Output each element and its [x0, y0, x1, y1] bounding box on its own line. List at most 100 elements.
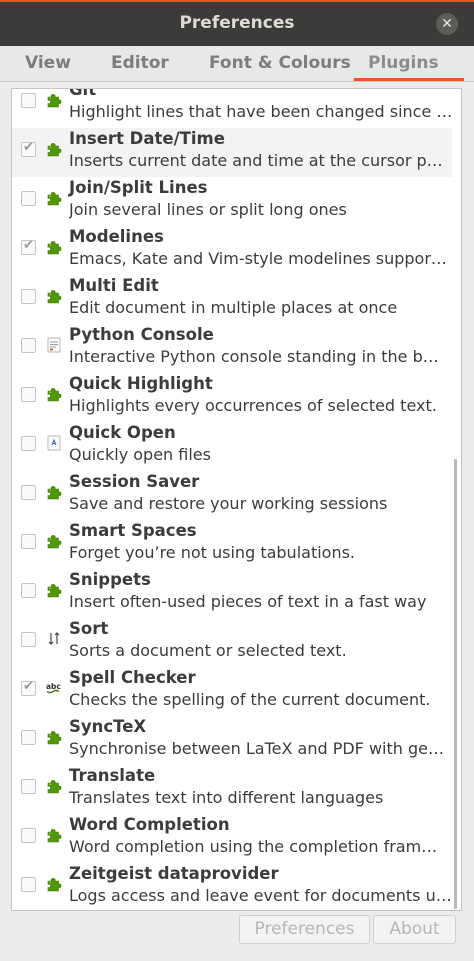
tab-editor[interactable]: Editor — [111, 53, 169, 73]
scrollbar-thumb[interactable] — [454, 459, 457, 909]
plugin-enable-checkbox[interactable] — [21, 191, 36, 206]
plugin-row[interactable]: Quick Highlight Highlights every occurren… — [12, 373, 452, 422]
preferences-window: Preferences ✕ View Editor Font & Colours… — [0, 0, 474, 961]
puzzle-icon — [45, 875, 63, 893]
sort-icon — [45, 630, 63, 648]
checkmark-icon: ✔ — [23, 679, 34, 694]
tab-plugins[interactable]: Plugins — [368, 53, 439, 73]
plugin-name: Python Console — [69, 325, 214, 344]
document-icon — [45, 434, 63, 452]
console-icon — [45, 336, 63, 354]
puzzle-icon — [45, 483, 63, 501]
plugin-enable-checkbox[interactable] — [21, 828, 36, 843]
plugin-row[interactable]: Translate Translates text into different … — [12, 765, 452, 814]
plugin-description: Translates text into different languages — [69, 788, 384, 807]
plugin-name: Session Saver — [69, 472, 200, 491]
plugin-description: Sorts a document or selected text. — [69, 641, 347, 660]
plugin-row[interactable]: Session Saver Save and restore your worki… — [12, 471, 452, 520]
plugin-name: Join/Split Lines — [69, 178, 208, 197]
plugin-enable-checkbox[interactable] — [21, 632, 36, 647]
tab-view[interactable]: View — [25, 53, 71, 73]
plugin-enable-checkbox[interactable] — [21, 93, 36, 108]
title-bar[interactable]: Preferences ✕ — [0, 0, 474, 46]
plugin-enable-checkbox[interactable]: ✔ — [21, 140, 36, 157]
checkmark-icon: ✔ — [23, 140, 34, 155]
plugin-description: Inserts current date and time at the cur… — [69, 151, 443, 170]
plugin-enable-checkbox[interactable] — [21, 289, 36, 304]
plugin-description: Quickly open files — [69, 445, 211, 464]
plugin-name: Word Completion — [69, 815, 230, 834]
plugin-description: Highlight lines that have been changed s… — [69, 102, 453, 121]
close-icon: ✕ — [441, 16, 453, 32]
plugin-enable-checkbox[interactable] — [21, 534, 36, 549]
plugin-preferences-button[interactable]: Preferences — [239, 915, 370, 944]
active-tab-indicator — [354, 78, 464, 81]
plugin-enable-checkbox[interactable] — [21, 436, 36, 451]
plugin-enable-checkbox[interactable] — [21, 730, 36, 745]
plugin-row[interactable]: Smart Spaces Forget you’re not using tabu… — [12, 520, 452, 569]
plugin-name: Quick Open — [69, 423, 176, 442]
plugin-description: Forget you’re not using tabulations. — [69, 543, 356, 562]
plugin-enable-checkbox[interactable] — [21, 583, 36, 598]
puzzle-icon — [45, 91, 63, 109]
plugin-name: Modelines — [69, 227, 164, 246]
svg-text:abc: abc — [46, 682, 61, 691]
plugin-description: Edit document in multiple places at once — [69, 298, 398, 317]
plugin-description: Save and restore your working sessions — [69, 494, 388, 513]
checkmark-icon: ✔ — [23, 238, 34, 253]
plugin-description: Interactive Python console standing in t… — [69, 347, 439, 366]
plugin-enable-checkbox[interactable] — [21, 338, 36, 353]
plugin-name: Multi Edit — [69, 276, 159, 295]
plugin-row[interactable]: Multi Edit Edit document in multiple plac… — [12, 275, 452, 324]
plugin-name: Quick Highlight — [69, 374, 213, 393]
puzzle-icon — [45, 189, 63, 207]
plugin-row[interactable]: Git Highlight lines that have been change… — [12, 89, 453, 128]
scrollbar[interactable] — [453, 89, 459, 910]
plugin-row[interactable]: Join/Split Lines Join several lines or sp… — [12, 177, 452, 226]
plugin-row[interactable]: Word Completion Word completion using the… — [12, 814, 452, 863]
plugin-row[interactable]: Python Console Interactive Python console… — [12, 324, 452, 373]
plugin-name: Zeitgeist dataprovider — [69, 864, 279, 883]
plugin-enable-checkbox[interactable]: ✔ — [21, 679, 36, 696]
puzzle-icon — [45, 728, 63, 746]
plugin-enable-checkbox[interactable]: ✔ — [21, 238, 36, 255]
plugin-description: Join several lines or split long ones — [69, 200, 347, 219]
puzzle-icon — [45, 581, 63, 599]
plugin-description: Emacs, Kate and Vim-style modelines supp… — [69, 249, 447, 268]
close-button[interactable]: ✕ — [436, 13, 458, 35]
plugin-name: Snippets — [69, 570, 151, 589]
plugin-row[interactable]: Quick Open Quickly open files — [12, 422, 452, 471]
plugin-name: Spell Checker — [69, 668, 196, 687]
plugin-row[interactable]: Snippets Insert often-used pieces of text… — [12, 569, 452, 618]
puzzle-icon — [45, 140, 63, 158]
puzzle-icon — [45, 777, 63, 795]
puzzle-icon — [45, 385, 63, 403]
plugin-row[interactable]: SyncTeX Synchronise between LaTeX and PDF… — [12, 716, 452, 765]
plugin-name: Translate — [69, 766, 156, 785]
plugin-description: Synchronise between LaTeX and PDF with g… — [69, 739, 444, 758]
plugin-name: SyncTeX — [69, 717, 147, 736]
tab-font-colours[interactable]: Font & Colours — [209, 53, 351, 73]
plugin-name: Insert Date/Time — [69, 129, 225, 148]
plugin-row[interactable]: ✔ Insert Date/Time Inserts current date an… — [12, 128, 452, 177]
plugin-row[interactable]: Sort Sorts a document or selected text. — [12, 618, 452, 667]
plugin-row[interactable]: ✔ Modelines Emacs, Kate and Vim-style mode… — [12, 226, 452, 275]
plugin-description: Logs access and leave event for document… — [69, 886, 452, 905]
plugin-row[interactable]: ✔ abc Spell Checker Checks the spelling of … — [12, 667, 452, 716]
plugin-list[interactable]: Git Highlight lines that have been change… — [11, 88, 462, 911]
spellcheck-icon: abc — [45, 679, 63, 697]
plugin-about-button[interactable]: About — [373, 915, 456, 944]
puzzle-icon — [45, 238, 63, 256]
puzzle-icon — [45, 826, 63, 844]
plugin-description: Word completion using the completion fra… — [69, 837, 438, 856]
plugin-enable-checkbox[interactable] — [21, 485, 36, 500]
plugin-description: Insert often-used pieces of text in a fa… — [69, 592, 427, 611]
plugin-enable-checkbox[interactable] — [21, 779, 36, 794]
plugin-enable-checkbox[interactable] — [21, 877, 36, 892]
tab-bar: View Editor Font & Colours Plugins — [0, 46, 474, 82]
puzzle-icon — [45, 287, 63, 305]
plugin-enable-checkbox[interactable] — [21, 387, 36, 402]
plugin-name: Sort — [69, 619, 109, 638]
window-title: Preferences — [179, 13, 295, 33]
plugin-row[interactable]: Zeitgeist dataprovider Logs access and le… — [12, 863, 452, 910]
